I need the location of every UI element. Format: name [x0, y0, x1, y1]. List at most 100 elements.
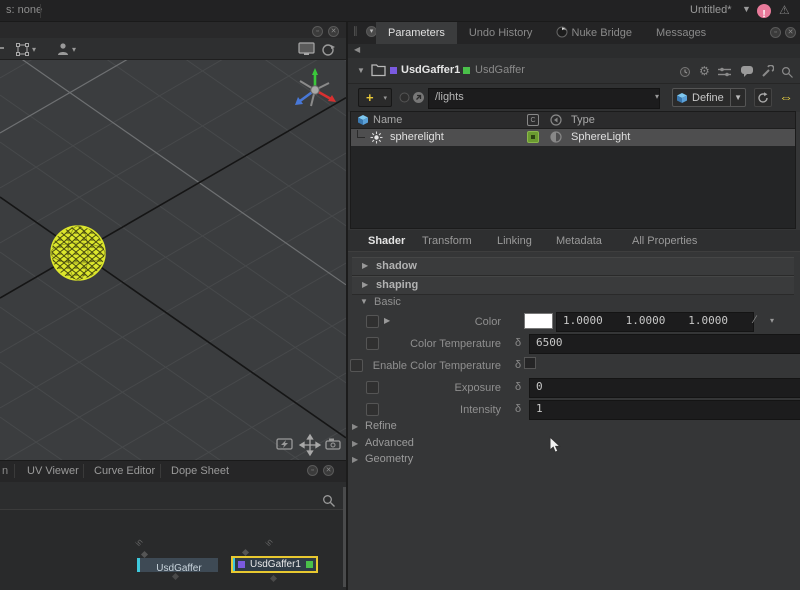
tab-curve-editor[interactable]: Curve Editor — [94, 465, 155, 477]
row-visibility-icon[interactable] — [550, 131, 562, 143]
nuke-bridge-icon — [556, 26, 568, 38]
section-shadow[interactable]: ▶ shadow — [352, 257, 794, 276]
user-view-chevron-icon[interactable]: ▾ — [72, 45, 76, 54]
color-value-field[interactable]: 1.0000 1.0000 1.0000 — [556, 312, 754, 332]
document-title-chevron-icon[interactable]: ▼ — [742, 4, 751, 14]
user-view-icon[interactable] — [56, 42, 70, 56]
column-header-name[interactable]: Name — [373, 114, 402, 126]
pane-float-icon[interactable]: ▫ — [312, 26, 323, 37]
intensity-field[interactable]: 1 — [529, 400, 800, 420]
warning-icon[interactable]: ⚠ — [779, 3, 790, 17]
add-button[interactable]: + ▾ — [358, 88, 392, 107]
section-refine-label[interactable]: Refine — [365, 420, 397, 432]
bottom-pane-float-icon[interactable]: ▫ — [307, 465, 318, 476]
header-search-icon[interactable] — [781, 66, 794, 79]
tab-uv-viewer[interactable]: UV Viewer — [27, 465, 79, 477]
node-graph-toolbar — [0, 482, 346, 510]
alert-badge[interactable]: ! — [757, 4, 771, 18]
param-tab-shader[interactable]: Shader — [368, 235, 405, 247]
section-refine-expander-icon[interactable]: ▶ — [352, 422, 358, 431]
render-view-icon[interactable] — [320, 42, 336, 57]
color-temperature-field[interactable]: 6500 — [529, 334, 800, 354]
splitter-handle-icon[interactable]: ∥ — [353, 26, 358, 37]
section-geometry-label[interactable]: Geometry — [365, 453, 413, 465]
clock-icon[interactable] — [679, 66, 691, 78]
viewer-pane-strip — [0, 22, 346, 38]
sliders-icon[interactable] — [718, 67, 731, 77]
path-dropdown-chevron-icon[interactable]: ▾ — [655, 92, 659, 101]
goto-circle-icon[interactable] — [412, 91, 425, 104]
node-color-chip-purple — [238, 561, 245, 568]
param-tab-linking[interactable]: Linking — [497, 235, 532, 247]
keyframe-icon[interactable]: δ — [515, 337, 521, 349]
color-r: 1.0000 — [563, 313, 619, 329]
column-header-type[interactable]: Type — [571, 114, 595, 126]
gear-icon[interactable]: ⚙ — [699, 64, 710, 78]
color-options-chevron-icon[interactable]: ▾ — [770, 316, 774, 325]
section-advanced-label[interactable]: Advanced — [365, 437, 414, 449]
marquee-select-chevron-icon[interactable]: ▾ — [32, 45, 36, 54]
table-cube-icon — [357, 114, 369, 126]
section-shaping[interactable]: ▶ shaping — [352, 276, 794, 295]
row-material-badge[interactable] — [527, 131, 539, 143]
tab-nuke-bridge[interactable]: Nuke Bridge — [544, 22, 644, 44]
comment-icon[interactable] — [740, 65, 754, 78]
collapse-left-icon[interactable]: ◀ — [354, 45, 360, 54]
keyframe-icon[interactable]: δ — [515, 359, 521, 371]
param-tab-transform[interactable]: Transform — [422, 235, 472, 247]
column-icon-visibility[interactable] — [550, 114, 562, 126]
node-label: UsdGaffer1 — [245, 559, 306, 570]
node-color-chip-purple — [390, 67, 397, 74]
section-basic-label[interactable]: Basic — [374, 296, 401, 308]
enable-color-temperature-checkbox[interactable] — [524, 357, 536, 369]
tab-messages[interactable]: Messages — [644, 22, 718, 44]
status-text: s: none — [6, 4, 42, 16]
define-dropdown[interactable]: Define ▼ — [672, 88, 746, 107]
node-usdgaffer[interactable]: UsdGaffer — [137, 558, 218, 572]
param-tab-metadata[interactable]: Metadata — [556, 235, 602, 247]
param-label-enable-color-temperature: Enable Color Temperature — [360, 360, 501, 372]
color-slider-icon[interactable]: ∕ — [754, 314, 756, 326]
section-advanced-expander-icon[interactable]: ▶ — [352, 439, 358, 448]
document-title[interactable]: Untitled* — [690, 4, 732, 16]
tab-dope-sheet[interactable]: Dope Sheet — [171, 465, 229, 477]
right-pane-close-icon[interactable]: ✕ — [785, 27, 796, 38]
light-icon — [370, 131, 383, 144]
right-pane-float-icon[interactable]: ▫ — [770, 27, 781, 38]
node-usdgaffer1-selected[interactable]: UsdGaffer1 — [231, 556, 318, 573]
tab-partial[interactable]: n — [2, 465, 8, 477]
add-chevron-icon: ▾ — [383, 94, 387, 102]
keyframe-icon[interactable]: δ — [515, 403, 521, 415]
param-label-intensity: Intensity — [360, 404, 501, 416]
top-menu-bar — [0, 0, 800, 22]
marquee-select-icon[interactable] — [16, 43, 29, 56]
toolbar-edge-fragment — [0, 47, 4, 49]
node-name: UsdGaffer1 — [401, 64, 460, 76]
define-chevron-icon: ▼ — [730, 89, 745, 106]
section-basic-expander-icon[interactable]: ▼ — [360, 297, 368, 306]
keyframe-icon[interactable]: δ — [515, 381, 521, 393]
exposure-field[interactable]: 0 — [529, 378, 800, 398]
node-type: UsdGaffer — [475, 64, 525, 76]
tab-undo-history[interactable]: Undo History — [457, 22, 545, 44]
swap-arrows-icon[interactable]: ⇔ — [779, 89, 793, 105]
parameters-substrip — [348, 44, 800, 58]
viewport-3d[interactable] — [0, 60, 346, 460]
bottom-pane-close-icon[interactable]: ✕ — [323, 465, 334, 476]
refresh-button[interactable] — [754, 88, 772, 107]
param-tab-all-properties[interactable]: All Properties — [632, 235, 697, 247]
path-input[interactable]: /lights — [428, 88, 660, 109]
tab-parameters[interactable]: Parameters — [376, 22, 457, 44]
info-circle-icon[interactable] — [399, 92, 410, 103]
folder-icon — [371, 64, 386, 77]
define-label: Define — [692, 92, 730, 104]
wrench-icon[interactable] — [761, 65, 774, 78]
color-swatch[interactable] — [524, 313, 553, 329]
section-geometry-expander-icon[interactable]: ▶ — [352, 455, 358, 464]
viewport-toolbar — [0, 38, 346, 60]
pane-close-icon[interactable]: ✕ — [328, 26, 339, 37]
column-icon-c[interactable]: C — [527, 114, 539, 126]
monitor-icon[interactable] — [298, 42, 316, 56]
node-graph-search-icon[interactable] — [322, 494, 336, 508]
node-header-collapse-icon[interactable]: ▼ — [357, 66, 365, 75]
